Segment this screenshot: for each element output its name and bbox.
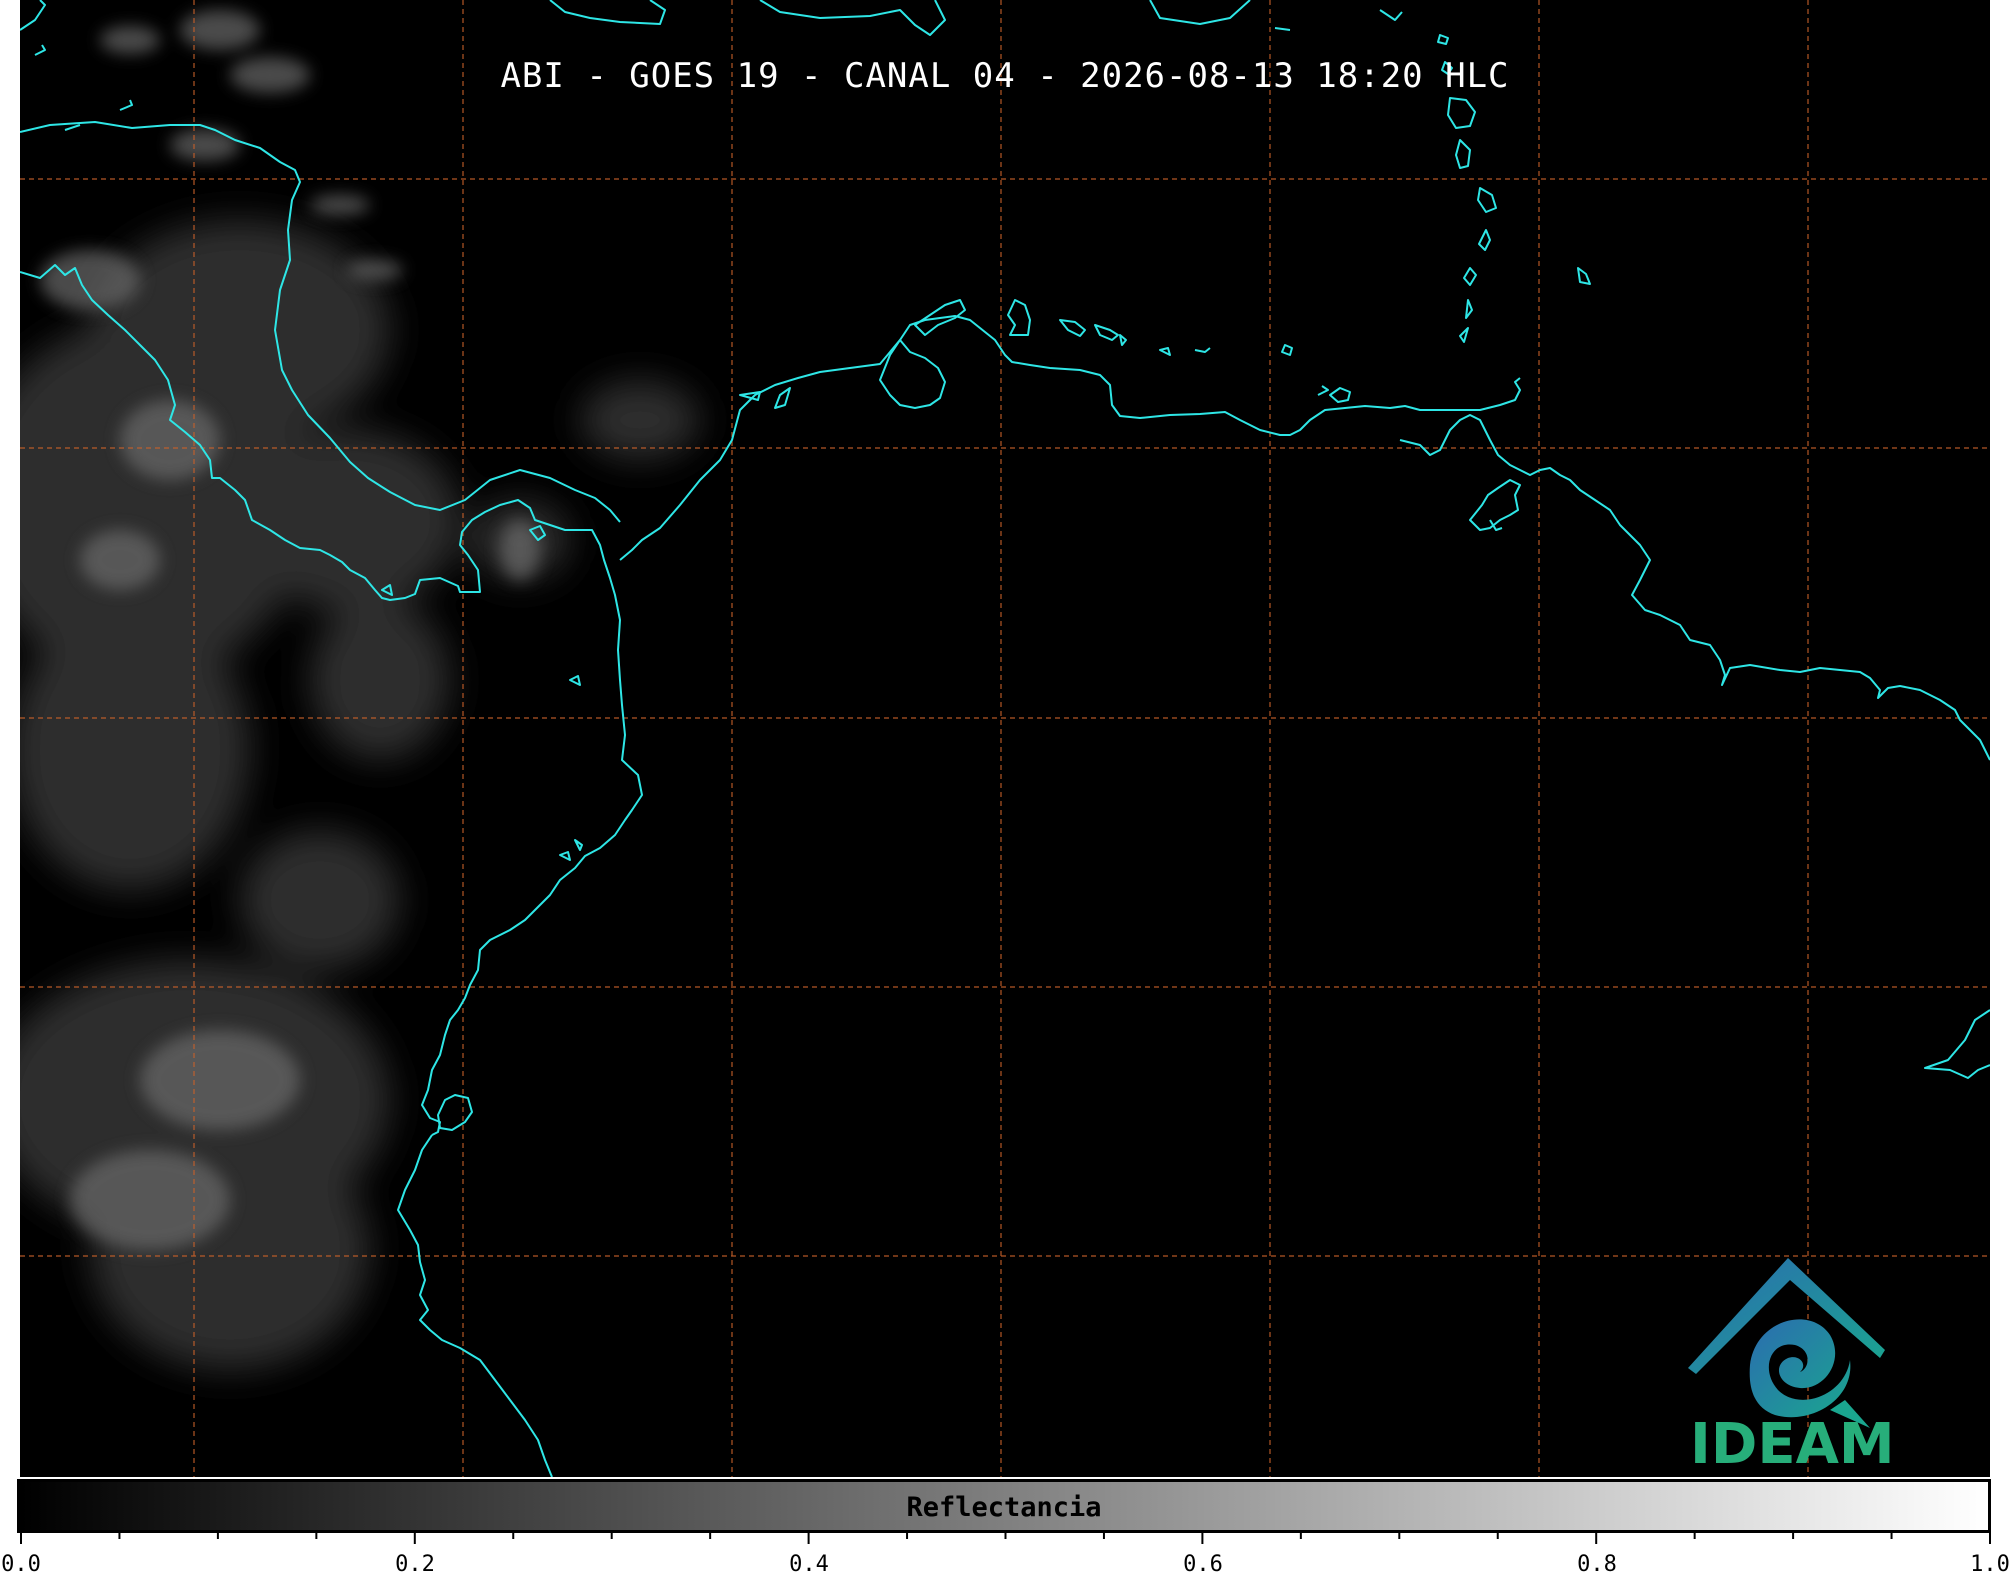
- colorbar-tick-label: 0.4: [789, 1552, 829, 1577]
- colorbar-tick-label: 0.2: [395, 1552, 435, 1577]
- colorbar: Reflectancia: [17, 1479, 1991, 1533]
- cloud-imagery: [20, 10, 700, 1370]
- colorbar-tick-label: 0.0: [1, 1552, 41, 1577]
- colorbar-ticks: [20, 1530, 1991, 1544]
- colorbar-label: Reflectancia: [906, 1492, 1102, 1523]
- colorbar-tick-label: 0.6: [1183, 1552, 1223, 1577]
- colorbar-tick-label: 1.0: [1970, 1552, 2010, 1577]
- ideam-logo-text: IDEAM: [1690, 1412, 1895, 1477]
- colorbar-tick-label: 0.8: [1577, 1552, 1617, 1577]
- map-title: ABI - GOES 19 - CANAL 04 - 2026-08-13 18…: [500, 56, 1510, 96]
- satellite-map: ABI - GOES 19 - CANAL 04 - 2026-08-13 18…: [20, 0, 1990, 1477]
